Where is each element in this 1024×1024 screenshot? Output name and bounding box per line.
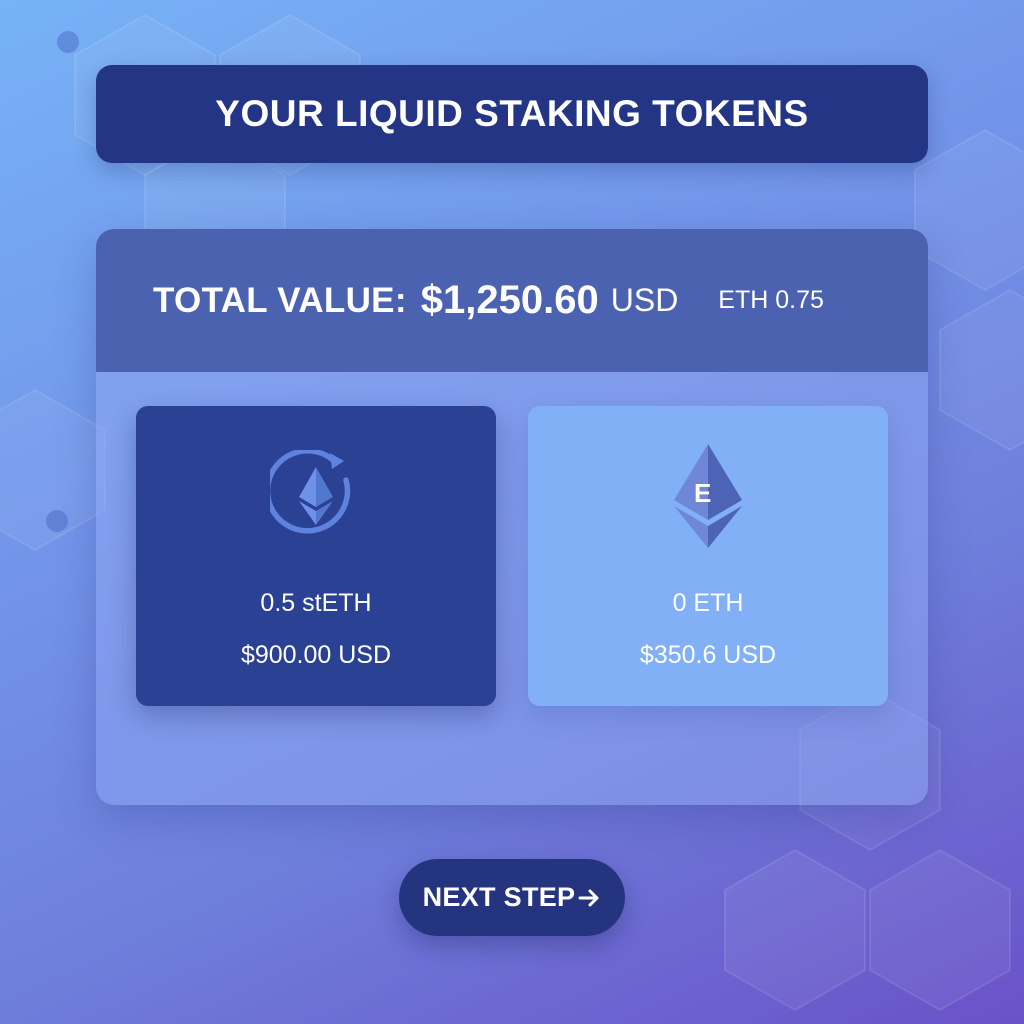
steth-icon [261, 441, 371, 551]
token-card-steth[interactable]: 0.5 stETH $900.00 USD [136, 406, 496, 706]
token-summary-panel: TOTAL VALUE: $1,250.60 USD ETH 0.75 0.5 … [96, 229, 928, 805]
arrow-right-icon [577, 886, 601, 910]
eth-icon-letter: E [694, 478, 711, 508]
next-step-label: NEXT STEP [422, 882, 576, 912]
total-value-amount: $1,250.60 [420, 278, 599, 322]
eth-total: ETH 0.75 [718, 286, 824, 314]
steth-amount: 0.5 stETH [260, 589, 372, 617]
title-banner: YOUR LIQUID STAKING TOKENS [96, 65, 928, 163]
total-value-header: TOTAL VALUE: $1,250.60 USD ETH 0.75 [96, 229, 928, 372]
eth-amount: 0 ETH [672, 589, 744, 617]
total-value-currency: USD [610, 282, 679, 318]
total-value-label: TOTAL VALUE: [153, 280, 407, 320]
page-title: YOUR LIQUID STAKING TOKENS [215, 93, 809, 134]
token-card-eth[interactable]: E 0 ETH $350.6 USD [528, 406, 888, 706]
next-step-button[interactable]: NEXT STEP [399, 859, 625, 936]
eth-usd-value: $350.6 USD [639, 641, 777, 669]
eth-icon: E [653, 441, 763, 551]
steth-usd-value: $900.00 USD [240, 641, 392, 669]
